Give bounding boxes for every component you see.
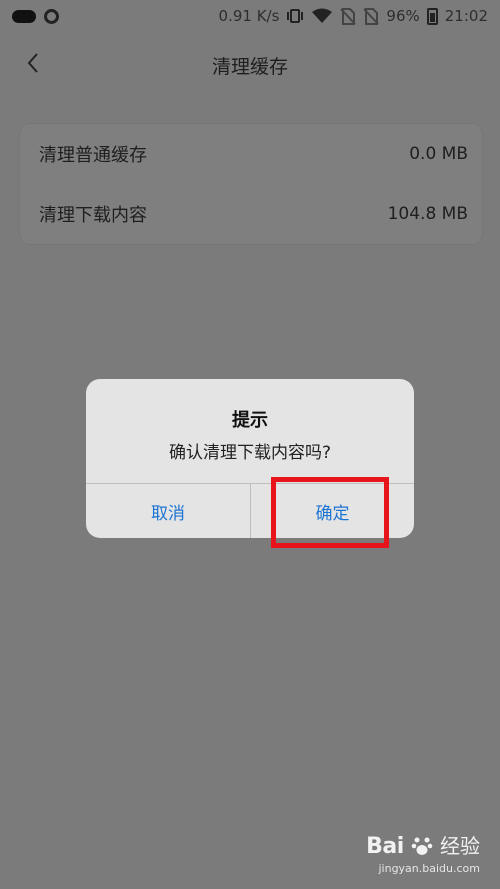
clear-download-row[interactable]: 清理下载内容 104.8 MB	[20, 184, 482, 244]
wifi-icon	[311, 8, 333, 24]
paw-icon	[411, 835, 433, 861]
watermark-logo-left: Bai	[366, 833, 404, 859]
watermark-logo-right: 经验	[440, 833, 480, 858]
row-label: 清理下载内容	[39, 205, 147, 226]
clock: 21:02	[444, 7, 488, 25]
notification-pill-icon	[12, 9, 36, 23]
net-speed: 0.91 K/s	[218, 7, 280, 25]
no-sim-icon	[340, 7, 357, 25]
cache-card: 清理普通缓存 0.0 MB 清理下载内容 104.8 MB	[20, 124, 482, 244]
row-value: 104.8 MB	[387, 204, 468, 224]
watermark-url: jingyan.baidu.com	[378, 862, 480, 875]
row-value: 0.0 MB	[409, 144, 468, 164]
row-label: 清理普通缓存	[39, 145, 147, 166]
vibrate-icon	[286, 8, 304, 24]
status-bar: 0.91 K/s 96% 21:02	[0, 0, 500, 32]
header: 清理缓存	[0, 40, 500, 86]
clear-normal-cache-row[interactable]: 清理普通缓存 0.0 MB	[20, 124, 482, 184]
status-right: 0.91 K/s 96% 21:02	[219, 7, 488, 25]
battery-icon	[426, 7, 438, 25]
watermark: Bai 经验 jingyan.baidu.com	[366, 830, 480, 876]
notification-ring-icon	[44, 8, 59, 24]
dialog-message: 确认清理下载内容吗?	[168, 443, 332, 463]
page-title: 清理缓存	[211, 56, 288, 78]
status-left-icons	[12, 8, 59, 24]
highlight-annotation	[271, 477, 389, 548]
no-sim-2-icon	[363, 7, 380, 25]
cancel-button[interactable]: 取消	[86, 484, 250, 538]
dialog-title: 提示	[232, 410, 268, 431]
battery-percent: 96%	[386, 7, 420, 25]
